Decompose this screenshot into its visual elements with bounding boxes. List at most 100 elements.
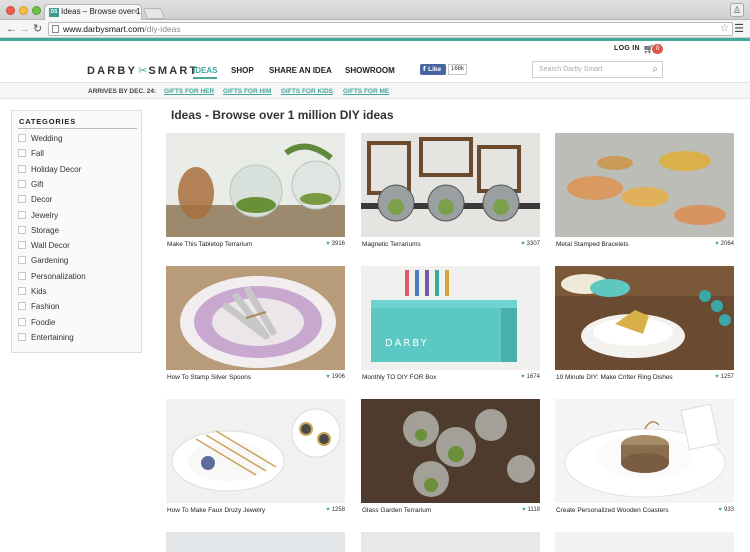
category-item[interactable]: Fall bbox=[18, 149, 44, 159]
category-label: Foodie bbox=[31, 317, 56, 327]
back-icon[interactable]: ← bbox=[6, 22, 17, 36]
category-checkbox[interactable] bbox=[18, 164, 26, 173]
gift-subnav: ARRIVES BY DEC. 24: GIFTS FOR HER GIFTS … bbox=[0, 82, 750, 99]
nav-share-an-idea[interactable]: SHARE AN IDEA bbox=[269, 66, 332, 75]
idea-title[interactable]: Metal Stamped Bracelets bbox=[556, 241, 629, 248]
gifts-for-her-link[interactable]: GIFTS FOR HER bbox=[164, 88, 214, 95]
category-checkbox[interactable] bbox=[18, 287, 26, 295]
address-bar[interactable]: www.darbysmart.com/diy-ideas ☆ bbox=[48, 22, 733, 36]
gifts-for-kids-link[interactable]: GIFTS FOR KIDS bbox=[281, 88, 333, 95]
idea-image-partial[interactable] bbox=[166, 532, 345, 552]
category-checkbox[interactable] bbox=[18, 332, 26, 341]
category-checkbox[interactable] bbox=[18, 134, 26, 142]
search-icon[interactable]: ⌕ bbox=[652, 62, 658, 77]
category-item[interactable]: Wedding bbox=[18, 134, 62, 144]
zoom-window-button[interactable] bbox=[32, 6, 41, 15]
idea-image[interactable] bbox=[555, 399, 734, 503]
category-item[interactable]: Storage bbox=[18, 225, 59, 236]
idea-image-partial[interactable] bbox=[555, 532, 734, 552]
idea-title[interactable]: 10 Minute DIY: Make Critter Ring Dishes bbox=[556, 374, 673, 381]
category-checkbox[interactable] bbox=[18, 210, 26, 219]
category-checkbox[interactable] bbox=[18, 149, 26, 158]
idea-image[interactable] bbox=[555, 133, 734, 237]
idea-title[interactable]: Monthly TO DIY FOR Box bbox=[362, 374, 436, 381]
category-item[interactable]: Entertaining bbox=[18, 332, 74, 343]
category-item[interactable]: Jewelry bbox=[18, 210, 58, 221]
facebook-like-button[interactable]: f Like bbox=[420, 64, 446, 75]
category-checkbox[interactable] bbox=[18, 271, 26, 280]
category-checkbox[interactable] bbox=[18, 195, 26, 204]
idea-title[interactable]: How To Stamp Silver Spoons bbox=[167, 374, 251, 381]
heart-icon: ♥ bbox=[715, 374, 719, 380]
scissors-icon: ✂ bbox=[138, 65, 148, 77]
idea-likes[interactable]: ♥ 1118 bbox=[522, 507, 540, 513]
idea-likes[interactable]: ♥ 1906 bbox=[326, 374, 345, 380]
category-checkbox[interactable] bbox=[18, 302, 26, 311]
category-item[interactable]: Fashion bbox=[18, 302, 59, 312]
divider bbox=[18, 128, 137, 129]
gifts-for-me-link[interactable]: GIFTS FOR ME bbox=[343, 88, 389, 95]
category-label: Fashion bbox=[31, 302, 60, 312]
idea-title[interactable]: How To Make Faux Druzy Jewelry bbox=[167, 507, 265, 514]
user-profile-icon[interactable]: ♙ bbox=[730, 3, 744, 17]
category-checkbox[interactable] bbox=[18, 256, 26, 265]
idea-likes[interactable]: ♥ 2064 bbox=[715, 241, 734, 247]
idea-image-partial[interactable] bbox=[361, 532, 540, 552]
category-item[interactable]: Wall Decor bbox=[18, 241, 70, 251]
idea-image[interactable] bbox=[555, 266, 734, 370]
idea-image[interactable]: DARBY bbox=[361, 266, 540, 370]
category-checkbox[interactable] bbox=[18, 317, 26, 326]
search-input[interactable]: Search Darby Smart ⌕ bbox=[532, 61, 663, 78]
browser-tab[interactable]: DS Ideas – Browse over 1 milli × bbox=[44, 4, 142, 20]
category-item[interactable]: Decor bbox=[18, 195, 52, 205]
bookmark-star-icon[interactable]: ☆ bbox=[720, 23, 729, 35]
close-tab-icon[interactable]: × bbox=[133, 5, 138, 19]
category-item[interactable]: Gardening bbox=[18, 256, 68, 266]
new-tab-button[interactable] bbox=[142, 8, 166, 19]
heart-icon: ♥ bbox=[715, 241, 719, 247]
category-checkbox[interactable] bbox=[18, 225, 26, 234]
idea-likes[interactable]: ♥ 1257 bbox=[715, 374, 734, 380]
category-item[interactable]: Personalization bbox=[18, 271, 86, 282]
category-checkbox[interactable] bbox=[18, 241, 26, 250]
idea-image[interactable] bbox=[166, 133, 345, 237]
idea-image[interactable] bbox=[361, 399, 540, 503]
category-item[interactable]: Holiday Decor bbox=[18, 164, 81, 175]
category-checkbox[interactable] bbox=[18, 179, 26, 188]
category-item[interactable]: Foodie bbox=[18, 317, 56, 328]
reload-icon[interactable]: ↻ bbox=[33, 22, 42, 36]
idea-title[interactable]: Make This Tabletop Terrarium bbox=[167, 241, 252, 248]
nav-showroom[interactable]: SHOWROOM bbox=[345, 66, 395, 75]
like-count: 2064 bbox=[720, 241, 734, 247]
category-item[interactable]: Gift bbox=[18, 179, 43, 190]
page-icon bbox=[52, 25, 59, 33]
heart-icon: ♥ bbox=[326, 374, 330, 380]
idea-image[interactable] bbox=[166, 399, 345, 503]
favicon-icon: DS bbox=[49, 8, 59, 17]
idea-likes[interactable]: ♥ 1258 bbox=[326, 507, 345, 513]
forward-icon[interactable]: → bbox=[19, 22, 30, 36]
idea-likes[interactable]: ♥ 933 bbox=[718, 507, 734, 513]
site-logo[interactable]: DARBY✂SMART bbox=[87, 64, 198, 77]
gifts-for-him-link[interactable]: GIFTS FOR HIM bbox=[223, 88, 271, 95]
idea-title[interactable]: Create Personalized Wooden Coasters bbox=[556, 507, 669, 514]
close-window-button[interactable] bbox=[6, 6, 15, 15]
category-item[interactable]: Kids bbox=[18, 287, 47, 297]
idea-likes[interactable]: ♥ 3916 bbox=[326, 241, 345, 247]
browser-menu-icon[interactable]: ☰ bbox=[734, 23, 744, 35]
idea-likes[interactable]: ♥ 1674 bbox=[521, 374, 540, 380]
facebook-like-label: Like bbox=[428, 66, 442, 73]
login-link[interactable]: LOG IN bbox=[614, 45, 640, 52]
idea-image[interactable] bbox=[166, 266, 345, 370]
idea-likes[interactable]: ♥ 3307 bbox=[521, 241, 540, 247]
search-placeholder: Search Darby Smart bbox=[539, 66, 603, 73]
minimize-window-button[interactable] bbox=[19, 6, 28, 15]
idea-title[interactable]: Magnetic Terrariums bbox=[362, 241, 421, 248]
nav-shop[interactable]: SHOP bbox=[231, 66, 254, 75]
heart-icon: ♥ bbox=[521, 374, 525, 380]
like-count: 1257 bbox=[720, 374, 734, 380]
idea-title[interactable]: Glass Garden Terrarium bbox=[362, 507, 431, 514]
idea-image[interactable] bbox=[361, 133, 540, 237]
nav-ideas[interactable]: IDEAS bbox=[193, 66, 218, 79]
cart-count-badge: 0 bbox=[652, 44, 663, 54]
